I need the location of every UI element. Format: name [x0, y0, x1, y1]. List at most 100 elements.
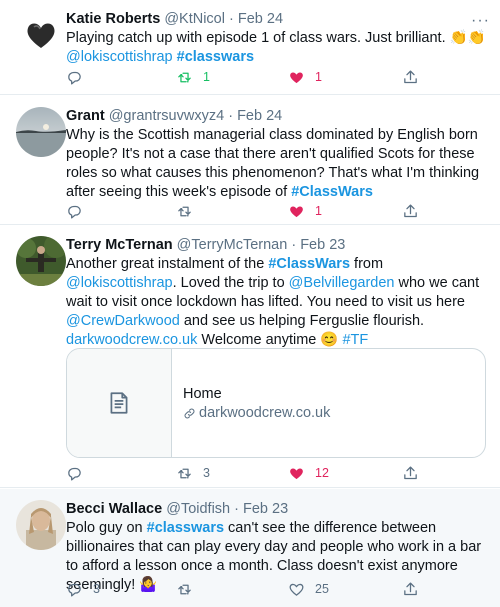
document-icon [110, 392, 128, 414]
like-count: 25 [315, 582, 329, 596]
card-url-text: darkwoodcrew.co.uk [199, 405, 331, 421]
like-count: 1 [315, 204, 322, 218]
tweet-text-segment: from [350, 256, 384, 272]
hashtag-link[interactable]: #classwars [177, 49, 254, 65]
reply-icon [68, 467, 81, 481]
avatar[interactable] [16, 236, 66, 286]
link-card[interactable]: Home darkwoodcrew.co.uk [66, 348, 486, 458]
reply-count: 3 [93, 582, 100, 596]
separator-dot: · [229, 11, 234, 27]
author-name[interactable]: Grant [66, 108, 105, 124]
tweet-header: Becci Wallace @Toidfish · Feb 23 [66, 500, 490, 518]
link-icon [184, 408, 195, 418]
tweet-text-segment: Why is the Scottish managerial class dom… [66, 127, 480, 200]
tweet-date[interactable]: Feb 24 [238, 11, 283, 27]
retweet-icon [178, 206, 191, 216]
heart-icon [289, 583, 304, 596]
retweet-button[interactable] [176, 201, 203, 221]
tweet-actions: 1 [66, 201, 426, 221]
like-button[interactable]: 12 [288, 463, 329, 483]
author-handle[interactable]: @TerryMcTernan [177, 237, 288, 253]
mention-link[interactable]: darkwoodcrew.co.uk [66, 332, 197, 348]
like-button[interactable]: 1 [288, 201, 322, 221]
mention-link[interactable]: @lokiscottishrap [66, 275, 173, 291]
tweet-text-segment: Playing catch up with episode 1 of class… [66, 30, 486, 46]
hashtag-link[interactable]: #classwars [147, 520, 224, 536]
reply-icon [68, 583, 81, 597]
mention-link[interactable]: @Belvillegarden [289, 275, 395, 291]
share-button[interactable] [402, 67, 419, 87]
like-count: 12 [315, 466, 329, 480]
tweet-date[interactable]: Feb 23 [243, 501, 288, 517]
tweet-header: Grant @grantrsuvwxyz4 · Feb 24 [66, 107, 490, 125]
author-name[interactable]: Becci Wallace [66, 501, 162, 517]
mention-link[interactable]: @lokiscottishrap [66, 49, 173, 65]
hashtag-link[interactable]: #ClassWars [291, 184, 373, 200]
card-thumbnail [67, 349, 172, 457]
avatar[interactable] [16, 500, 66, 550]
share-icon [404, 203, 417, 217]
retweet-button[interactable]: 3 [176, 463, 210, 483]
tweet-text: Another great instalment of the #ClassWa… [66, 255, 490, 350]
separator-dot: · [228, 108, 234, 124]
separator-dot: · [291, 237, 297, 253]
card-title: Home [183, 386, 222, 402]
tweet-text-segment: and see us helping Ferguslie flourish. [179, 313, 425, 329]
author-handle[interactable]: @Toidfish [166, 501, 230, 517]
retweet-button[interactable] [176, 579, 203, 599]
avatar[interactable] [16, 107, 66, 157]
tweet-actions: 3 12 [66, 463, 426, 483]
heart-icon [290, 205, 303, 217]
tweet-header: Katie Roberts @KtNicol · Feb 24 [66, 10, 490, 28]
tweet-actions: 1 1 [66, 67, 426, 87]
heart-icon [290, 467, 303, 479]
like-button[interactable]: 25 [288, 579, 329, 599]
author-name[interactable]: Katie Roberts [66, 11, 160, 27]
retweet-count: 1 [203, 70, 210, 84]
reply-button[interactable] [66, 67, 93, 87]
tweet-date[interactable]: Feb 23 [300, 237, 345, 253]
tweet-text-segment: . Loved the trip to [172, 275, 289, 291]
reply-icon [68, 205, 81, 219]
tweet[interactable]: Becci Wallace @Toidfish · Feb 23 Polo gu… [0, 489, 500, 607]
author-handle[interactable]: @grantrsuvwxyz4 [109, 108, 224, 124]
like-button[interactable]: 1 [288, 67, 322, 87]
like-count: 1 [315, 70, 322, 84]
mention-link[interactable]: #TF [342, 332, 368, 348]
author-name[interactable]: Terry McTernan [66, 237, 173, 253]
share-icon [404, 69, 417, 83]
heart-icon [290, 71, 303, 83]
reply-icon [68, 71, 81, 85]
reply-button[interactable] [66, 201, 93, 221]
tweet-text-segment: Polo guy on [66, 520, 147, 536]
more-icon[interactable]: ··· [471, 13, 490, 29]
tweet[interactable]: Katie Roberts @KtNicol · Feb 24 Playing … [0, 0, 500, 95]
hashtag-link[interactable]: #ClassWars [268, 256, 350, 272]
share-button[interactable] [402, 463, 419, 483]
tweet-text: Why is the Scottish managerial class dom… [66, 126, 490, 202]
tweet-text-segment: Another great instalment of the [66, 256, 269, 272]
card-url: darkwoodcrew.co.uk [183, 405, 330, 421]
retweet-icon [178, 468, 191, 478]
share-button[interactable] [402, 579, 419, 599]
tweet-text: Playing catch up with episode 1 of class… [66, 29, 490, 67]
retweet-button[interactable]: 1 [176, 67, 210, 87]
retweet-icon [178, 584, 191, 594]
retweet-count: 3 [203, 466, 210, 480]
tweet-header: Terry McTernan @TerryMcTernan · Feb 23 [66, 236, 490, 254]
share-icon [404, 581, 417, 595]
tweet-date[interactable]: Feb 24 [237, 108, 282, 124]
tweet[interactable]: Grant @grantrsuvwxyz4 · Feb 24 Why is th… [0, 96, 500, 225]
tweet-text-segment: Welcome anytime 😊 [197, 332, 343, 348]
avatar[interactable] [16, 10, 66, 60]
reply-button[interactable]: 3 [66, 579, 100, 599]
share-icon [404, 465, 417, 479]
tweet-actions: 3 25 [66, 579, 426, 599]
mention-link[interactable]: @CrewDarkwood [66, 313, 180, 329]
retweet-icon [178, 72, 191, 82]
share-button[interactable] [402, 201, 419, 221]
separator-dot: · [234, 501, 239, 517]
reply-button[interactable] [66, 463, 93, 483]
author-handle[interactable]: @KtNicol [164, 11, 225, 27]
tweet[interactable]: Terry McTernan @TerryMcTernan · Feb 23 A… [0, 226, 500, 488]
